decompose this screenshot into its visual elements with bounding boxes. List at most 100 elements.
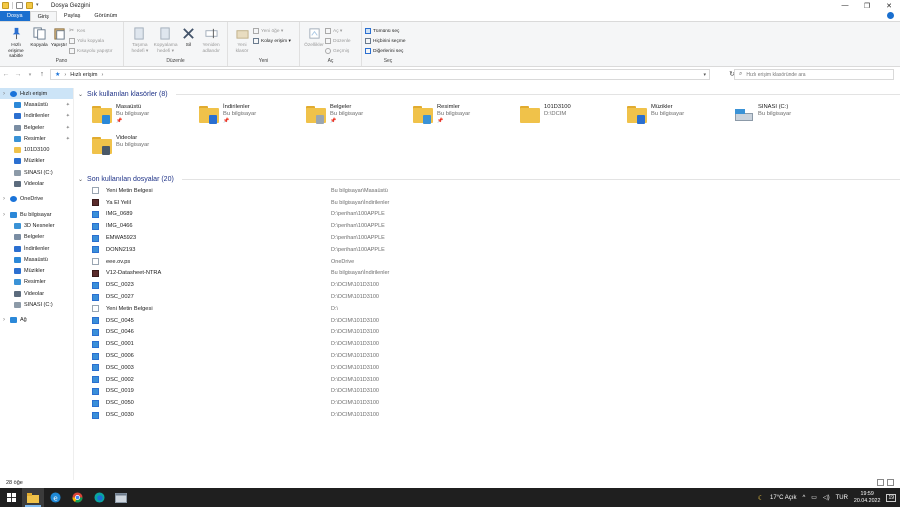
nav-item[interactable]: Resimler ✦: [0, 133, 73, 144]
select-all-button[interactable]: Tümünü seç: [365, 27, 406, 35]
taskbar-edge[interactable]: e: [44, 488, 66, 507]
folder-tile[interactable]: Belgeler Bu bilgisayar 📌: [306, 102, 411, 128]
recent-file-row[interactable]: DSC_0002 D:\DCIM\101D3100: [78, 374, 900, 386]
chevron-down-icon[interactable]: ▾: [36, 2, 43, 9]
chevron-down-icon[interactable]: ⌄: [78, 91, 83, 98]
up-arrow-icon[interactable]: ↑: [36, 71, 48, 78]
edit-button[interactable]: Düzenle: [325, 37, 351, 45]
clock[interactable]: 19:59 20.04.2022: [854, 491, 881, 504]
easy-access-button[interactable]: Kolay erişim ▾: [253, 37, 291, 45]
recent-files-header[interactable]: ⌄ Son kullanılan dosyalar (20): [78, 173, 900, 185]
chevron-down-icon[interactable]: ⌄: [78, 176, 83, 183]
folder-tile[interactable]: Müzikler Bu bilgisayar: [627, 102, 732, 128]
minimize-button[interactable]: —: [834, 0, 856, 11]
folder-tile[interactable]: Masaüstü Bu bilgisayar 📌: [92, 102, 197, 128]
nav-item[interactable]: 101D3100: [0, 144, 73, 155]
nav-item[interactable]: › Hızlı erişim: [0, 88, 73, 100]
nav-item[interactable]: İndirilenler ✦: [0, 111, 73, 122]
weather-text[interactable]: 17°C Açık: [770, 495, 796, 501]
recent-file-row[interactable]: DSC_0050 D:\DCIM\101D3100: [78, 397, 900, 409]
recent-file-row[interactable]: Yeni Metin Belgesi D:\: [78, 303, 900, 315]
recent-file-row[interactable]: DSC_0006 D:\DCIM\101D3100: [78, 350, 900, 362]
copy-path-button[interactable]: Yolu kopyala: [69, 37, 112, 45]
notification-icon[interactable]: 19: [886, 493, 896, 502]
open-button[interactable]: Aç ▾: [325, 27, 351, 35]
invert-selection-button[interactable]: Diğerlerini seç: [365, 47, 406, 55]
history-button[interactable]: Geçmiş: [325, 47, 351, 55]
recent-file-row[interactable]: Yeni Metin Belgesi Bu bilgisayar\Masaüstü: [78, 185, 900, 197]
large-icons-view-icon[interactable]: [887, 479, 894, 486]
details-view-icon[interactable]: [877, 479, 884, 486]
chevron-right-icon[interactable]: ›: [3, 317, 7, 323]
recent-file-row[interactable]: DSC_0045 D:\DCIM\101D3100: [78, 315, 900, 327]
back-arrow-icon[interactable]: ←: [0, 71, 12, 78]
maximize-button[interactable]: ❐: [856, 0, 878, 11]
paste-shortcut-button[interactable]: Kısayolu yapıştır: [69, 47, 112, 55]
nav-item[interactable]: › OneDrive: [0, 194, 73, 205]
folder-tile[interactable]: Videolar Bu bilgisayar: [92, 133, 197, 159]
tab-view[interactable]: Görünüm: [87, 11, 124, 21]
recent-file-row[interactable]: IMG_0689 D:\perihan\100APPLE: [78, 209, 900, 221]
recent-file-row[interactable]: DSC_0019 D:\DCIM\101D3100: [78, 386, 900, 398]
nav-item[interactable]: Belgeler ✦: [0, 122, 73, 133]
new-folder-icon[interactable]: [26, 2, 33, 9]
address-bar[interactable]: ★ › Hızlı erişim › ▾ ↻: [50, 69, 735, 80]
recent-file-row[interactable]: EMWA5923 D:\perihan\100APPLE: [78, 232, 900, 244]
nav-item[interactable]: › Bu bilgisayar: [0, 209, 73, 220]
properties-icon[interactable]: [16, 2, 23, 9]
start-button[interactable]: [0, 488, 22, 507]
folder-tile[interactable]: 101D3100 D:\DCIM: [520, 102, 625, 128]
close-button[interactable]: ✕: [878, 0, 900, 11]
help-icon[interactable]: [887, 12, 894, 19]
recent-file-row[interactable]: DSC_0001 D:\DCIM\101D3100: [78, 338, 900, 350]
taskbar-file-explorer[interactable]: [22, 488, 44, 507]
folder-tile[interactable]: İndirilenler Bu bilgisayar 📌: [199, 102, 304, 128]
tab-share[interactable]: Paylaş: [57, 11, 88, 21]
folder-tile[interactable]: SINASI (C:) Bu bilgisayar: [734, 102, 839, 128]
recent-file-row[interactable]: DSC_0027 D:\DCIM\101D3100: [78, 291, 900, 303]
search-box[interactable]: ⌕ Hızlı erişim klasöründe ara: [734, 69, 894, 80]
nav-item[interactable]: İndirilenler: [0, 243, 73, 254]
nav-item[interactable]: Müzikler: [0, 265, 73, 276]
recent-file-row[interactable]: V12-Datasheet-NTRA Bu bilgisayar\İndirile…: [78, 268, 900, 280]
breadcrumb-quick-access[interactable]: Hızlı erişim: [70, 72, 97, 78]
recent-file-row[interactable]: DONN2193 D:\perihan\100APPLE: [78, 244, 900, 256]
recent-file-row[interactable]: DSC_0046 D:\DCIM\101D3100: [78, 327, 900, 339]
new-item-button[interactable]: Yeni öğe ▾: [253, 27, 291, 35]
taskbar-new-edge[interactable]: [88, 488, 110, 507]
recent-file-row[interactable]: DSC_0030 D:\DCIM\101D3100: [78, 409, 900, 421]
chevron-right-icon[interactable]: ›: [3, 196, 7, 202]
nav-item[interactable]: › Ağ: [0, 315, 73, 326]
recent-file-row[interactable]: eee.ov.ps OneDrive: [78, 256, 900, 268]
select-none-button[interactable]: Hiçbirini seçme: [365, 37, 406, 45]
recent-file-row[interactable]: IMG_0466 D:\perihan\100APPLE: [78, 220, 900, 232]
recent-file-row[interactable]: DSC_0023 D:\DCIM\101D3100: [78, 279, 900, 291]
taskbar-app[interactable]: [110, 488, 132, 507]
nav-item[interactable]: Masaüstü ✦: [0, 99, 73, 110]
network-icon[interactable]: ▭: [811, 494, 817, 501]
tab-home[interactable]: Giriş: [29, 11, 57, 21]
nav-item[interactable]: Videolar: [0, 288, 73, 299]
folder-tile[interactable]: Resimler Bu bilgisayar 📌: [413, 102, 518, 128]
taskbar-chrome[interactable]: [66, 488, 88, 507]
language-indicator[interactable]: TUR: [836, 495, 848, 501]
cut-button[interactable]: ✂ Kes: [69, 27, 112, 35]
chevron-right-icon[interactable]: ›: [3, 212, 7, 218]
nav-item[interactable]: 3D Nesneler: [0, 220, 73, 231]
tab-file[interactable]: Dosya: [0, 11, 30, 21]
nav-item[interactable]: Videolar: [0, 178, 73, 189]
nav-item[interactable]: SINASI (C:): [0, 299, 73, 310]
nav-item[interactable]: Müzikler: [0, 156, 73, 167]
chevron-up-icon[interactable]: ^: [802, 495, 805, 501]
volume-icon[interactable]: ◁): [823, 494, 830, 501]
nav-item[interactable]: Resimler: [0, 277, 73, 288]
frequent-folders-header[interactable]: ⌄ Sık kullanılan klasörler (8): [78, 88, 900, 100]
recent-locations-icon[interactable]: ▾: [24, 72, 36, 78]
nav-item[interactable]: Belgeler: [0, 232, 73, 243]
nav-item[interactable]: SINASI (C:): [0, 167, 73, 178]
recent-file-row[interactable]: Ya El Yelil Bu bilgisayar\İndirilenler: [78, 197, 900, 209]
forward-arrow-icon[interactable]: →: [12, 71, 24, 78]
recent-file-row[interactable]: DSC_0003 D:\DCIM\101D3100: [78, 362, 900, 374]
nav-item[interactable]: Masaüstü: [0, 254, 73, 265]
address-dropdown-icon[interactable]: ▾: [703, 72, 706, 78]
